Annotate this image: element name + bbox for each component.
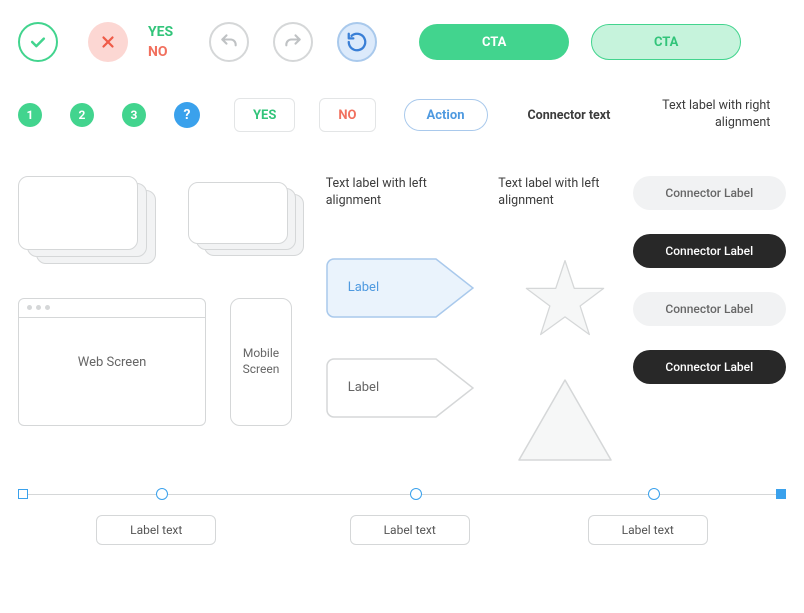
redo-icon: [283, 32, 303, 52]
column-shapes: Text label with left alignment: [498, 176, 632, 464]
refresh-icon: [346, 31, 368, 53]
timeline-label-3[interactable]: Label text: [588, 515, 708, 545]
cta-solid-label: CTA: [482, 35, 506, 50]
step-3[interactable]: 3: [122, 103, 146, 127]
yes-no-text: YES NO: [148, 24, 173, 60]
mobile-screen-shape[interactable]: Mobile Screen: [230, 298, 292, 426]
cta-solid-button[interactable]: CTA: [419, 24, 569, 60]
mobile-screen-label: Mobile Screen: [237, 346, 285, 377]
toolbar-row-1: YES NO CTA CTA: [18, 22, 786, 62]
timeline-label-2[interactable]: Label text: [350, 515, 470, 545]
connector-label-light-2[interactable]: Connector Label: [633, 292, 786, 326]
close-icon: [99, 33, 117, 51]
column-screens: Web Screen Mobile Screen: [18, 176, 306, 464]
tag-grey-label: Label: [348, 380, 379, 395]
tag-shape-grey[interactable]: Label: [326, 358, 474, 418]
connector-label-dark-1[interactable]: Connector Label: [633, 234, 786, 268]
confirm-button[interactable]: [18, 22, 58, 62]
timeline: Label text Label text Label text: [18, 494, 786, 548]
undo-icon: [219, 32, 239, 52]
timeline-node-3[interactable]: [648, 488, 660, 500]
check-icon: [28, 32, 48, 52]
undo-button[interactable]: [209, 22, 249, 62]
cta-outline-label: CTA: [654, 35, 678, 50]
left-aligned-label-1: Text label with left alignment: [326, 176, 456, 210]
timeline-node-1[interactable]: [156, 488, 168, 500]
triangle-icon: [515, 376, 615, 464]
cta-outline-button[interactable]: CTA: [591, 24, 741, 60]
web-screen-label: Web Screen: [78, 355, 147, 370]
redo-button[interactable]: [273, 22, 313, 62]
step-1[interactable]: 1: [18, 103, 42, 127]
timeline-end-handle[interactable]: [776, 489, 786, 499]
question-icon: ?: [184, 107, 191, 123]
triangle-shape[interactable]: [498, 376, 632, 464]
tag-blue-label: Label: [348, 280, 379, 295]
timeline-start-handle[interactable]: [18, 489, 28, 499]
web-screen-shape[interactable]: Web Screen: [18, 298, 206, 426]
star-shape[interactable]: [498, 258, 632, 338]
no-chip[interactable]: NO: [319, 98, 375, 132]
step-2[interactable]: 2: [70, 103, 94, 127]
left-aligned-label-2: Text label with left alignment: [498, 176, 628, 210]
column-tags: Text label with left alignment Label Lab…: [326, 176, 499, 464]
refresh-button[interactable]: [337, 22, 377, 62]
right-aligned-label: Text label with right alignment: [640, 98, 770, 132]
timeline-node-2[interactable]: [410, 488, 422, 500]
card-front: [188, 182, 288, 244]
no-label: NO: [148, 44, 173, 60]
card-stack-large[interactable]: [18, 176, 156, 264]
connector-label-dark-2[interactable]: Connector Label: [633, 350, 786, 384]
column-connector-labels: Connector Label Connector Label Connecto…: [633, 176, 786, 464]
yes-chip[interactable]: YES: [234, 98, 295, 132]
help-button[interactable]: ?: [174, 102, 200, 128]
connector-label-light-1[interactable]: Connector Label: [633, 176, 786, 210]
yes-label: YES: [148, 24, 173, 40]
toolbar-row-2: 1 2 3 ? YES NO Action Connector text Tex…: [18, 98, 786, 132]
timeline-label-1[interactable]: Label text: [96, 515, 216, 545]
timeline-bar: [18, 494, 786, 496]
cancel-button[interactable]: [88, 22, 128, 62]
card-front: [18, 176, 138, 250]
card-stack-small[interactable]: [184, 176, 304, 256]
star-icon: [523, 258, 607, 338]
tag-shape-blue[interactable]: Label: [326, 258, 474, 318]
connector-text: Connector text: [528, 108, 611, 123]
action-pill[interactable]: Action: [404, 99, 488, 131]
main-canvas: Web Screen Mobile Screen Text label with…: [18, 176, 786, 464]
